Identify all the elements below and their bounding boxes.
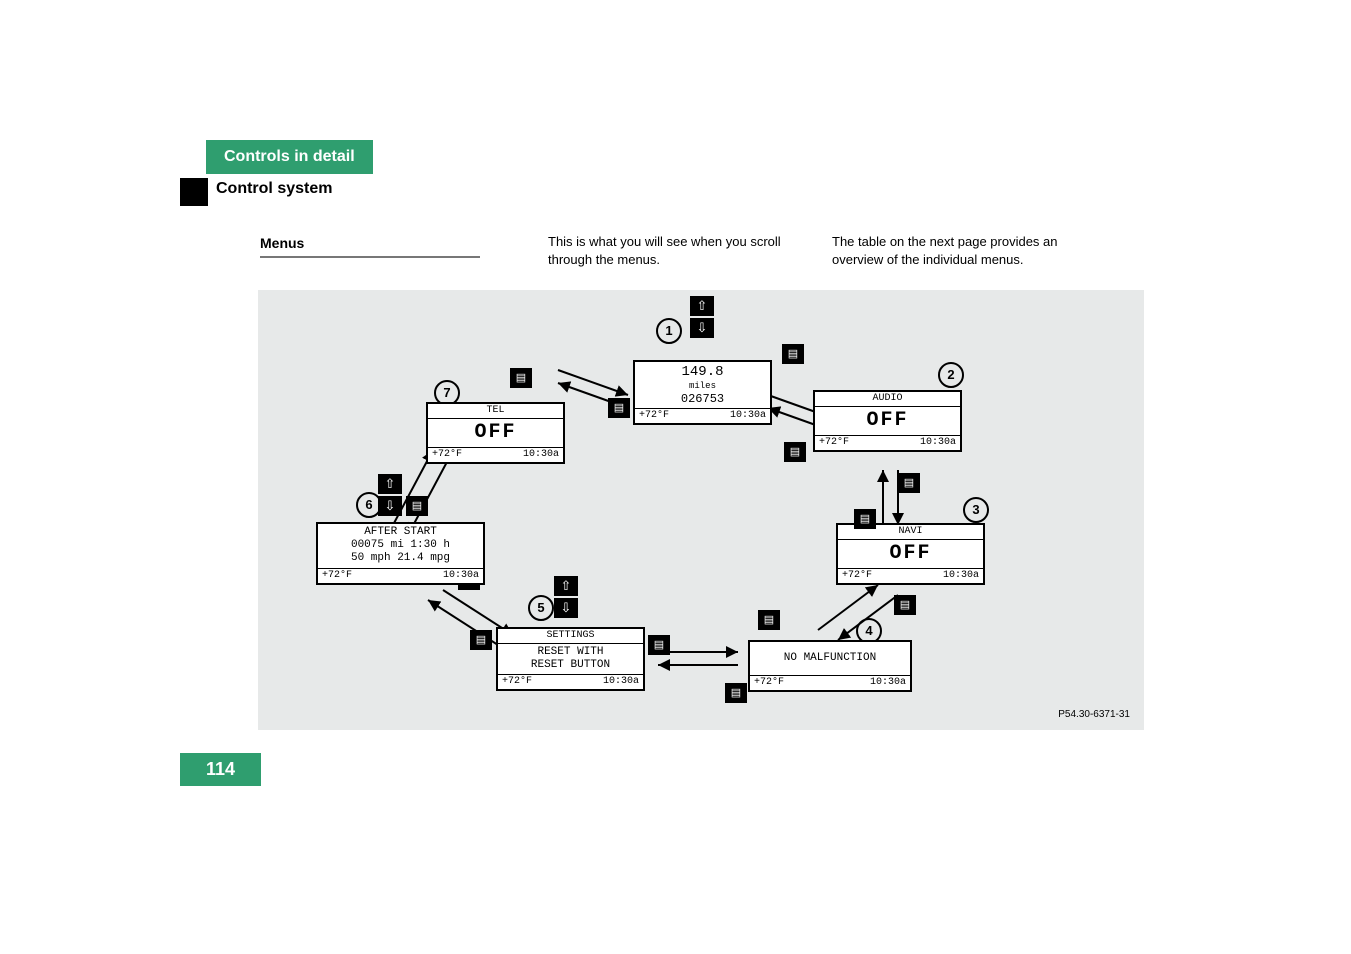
screen-header: AUDIO [815, 392, 960, 407]
heading-rule [260, 256, 480, 258]
up-arrow-icon: ⇧ [554, 576, 578, 596]
trip-line3: 50 mph 21.4 mpg [320, 552, 481, 565]
status-temp: +72°F [819, 437, 849, 449]
screen-malfunction: NO MALFUNCTION +72°F 10:30a [748, 640, 912, 692]
figure-code: P54.30-6371-31 [1058, 709, 1130, 720]
callout-2: 2 [938, 362, 964, 388]
status-time: 10:30a [943, 570, 979, 582]
trip-unit: miles [637, 381, 768, 392]
trip-line1: AFTER START [320, 526, 481, 539]
screen-settings: SETTINGS RESET WITH RESET BUTTON +72°F 10… [496, 627, 645, 691]
callout-3: 3 [963, 497, 989, 523]
menus-heading: Menus [260, 235, 304, 251]
odometer: 026753 [637, 392, 768, 406]
screen-header: SETTINGS [498, 629, 643, 644]
system-icon: ▤ [510, 368, 532, 388]
callout-5: 5 [528, 595, 554, 621]
section-title: Control system [216, 180, 332, 198]
status-time: 10:30a [523, 449, 559, 461]
down-arrow-icon: ⇩ [378, 496, 402, 516]
status-time: 10:30a [730, 410, 766, 422]
up-arrow-icon: ⇧ [690, 296, 714, 316]
screen-main: OFF [838, 540, 983, 568]
status-time: 10:30a [443, 570, 479, 582]
status-temp: +72°F [842, 570, 872, 582]
system-icon: ▤ [470, 630, 492, 650]
screen-main-odo: 149.8 miles 026753 +72°F 10:30a [633, 360, 772, 425]
chapter-tab: Controls in detail [206, 140, 373, 174]
page-number: 114 [180, 753, 261, 786]
intro-text-2: The table on the next page provides an o… [832, 233, 1092, 268]
system-icon: ▤ [725, 683, 747, 703]
down-arrow-icon: ⇩ [690, 318, 714, 338]
system-icon: ▤ [648, 635, 670, 655]
status-temp: +72°F [432, 449, 462, 461]
trip-line2: 00075 mi 1:30 h [320, 539, 481, 552]
system-icon: ▤ [894, 595, 916, 615]
status-time: 10:30a [870, 677, 906, 689]
trip-value: 149.8 [637, 364, 768, 381]
status-time: 10:30a [603, 676, 639, 688]
screen-main: OFF [815, 407, 960, 435]
status-temp: +72°F [754, 677, 784, 689]
system-icon: ▤ [854, 509, 876, 529]
screen-navi: NAVI OFF +72°F10:30a [836, 523, 985, 585]
system-icon: ▤ [608, 398, 630, 418]
menu-cycle-diagram: ⇧ ⇩ 1 149.8 miles 026753 +72°F 10:30a ▤ ▤… [258, 290, 1144, 730]
status-time: 10:30a [920, 437, 956, 449]
screen-audio: AUDIO OFF +72°F 10:30a [813, 390, 962, 452]
screen-tel: TEL OFF +72°F 10:30a [426, 402, 565, 464]
settings-line1: RESET WITH [500, 646, 641, 659]
settings-line2: RESET BUTTON [500, 659, 641, 672]
system-icon: ▤ [784, 442, 806, 462]
screen-main: OFF [428, 419, 563, 447]
system-icon: ▤ [782, 344, 804, 364]
screen-header: TEL [428, 404, 563, 419]
up-arrow-icon: ⇧ [378, 474, 402, 494]
intro-text-1: This is what you will see when you scrol… [548, 233, 788, 268]
callout-1: 1 [656, 318, 682, 344]
system-icon: ▤ [406, 496, 428, 516]
screen-main: NO MALFUNCTION [750, 642, 910, 675]
side-tab [180, 178, 208, 206]
system-icon: ▤ [758, 610, 780, 630]
system-icon: ▤ [898, 473, 920, 493]
status-temp: +72°F [639, 410, 669, 422]
down-arrow-icon: ⇩ [554, 598, 578, 618]
status-temp: +72°F [322, 570, 352, 582]
screen-trip-computer: AFTER START 00075 mi 1:30 h 50 mph 21.4 … [316, 522, 485, 585]
status-temp: +72°F [502, 676, 532, 688]
